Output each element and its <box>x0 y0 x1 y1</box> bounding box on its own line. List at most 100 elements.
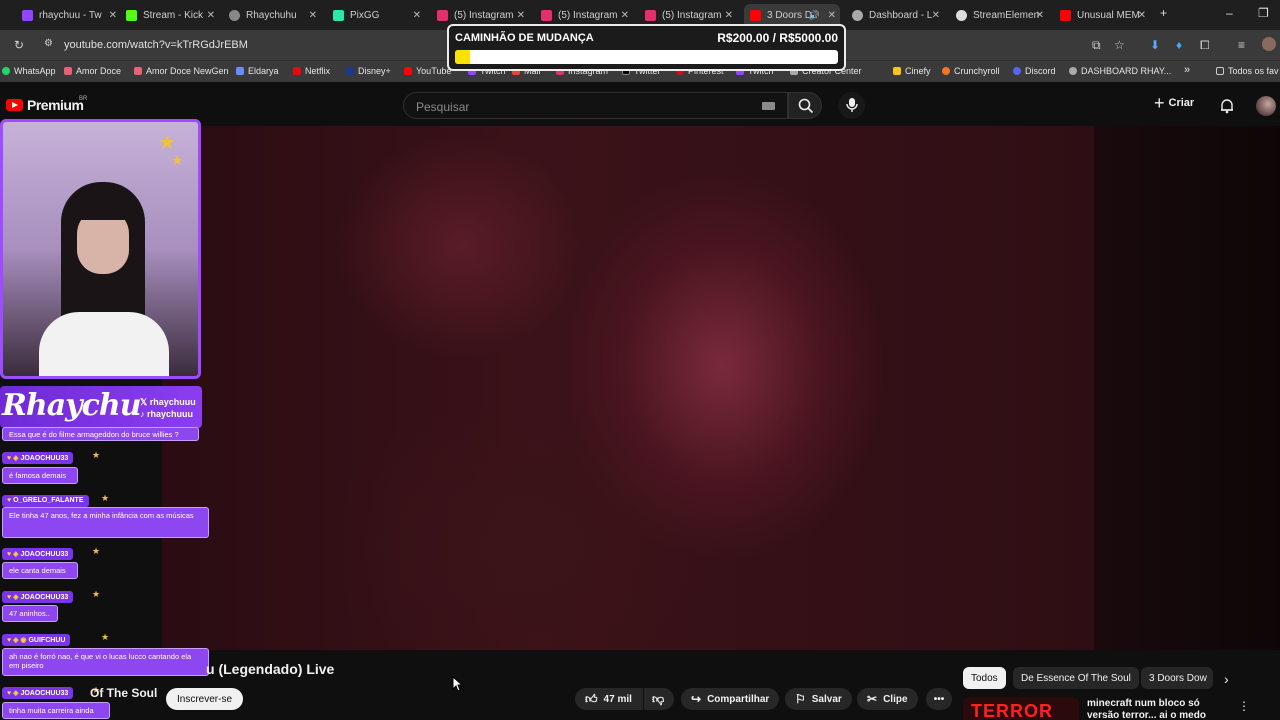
close-tab-icon[interactable]: ✕ <box>621 10 629 21</box>
chat-message: ele canta demais <box>2 562 78 579</box>
url-field[interactable]: youtube.com/watch?v=kTrRGdJrEBM <box>64 39 248 51</box>
chat-username: ♥ ◈ JOAOCHUU33 <box>2 591 74 603</box>
save-button[interactable]: ⚐ Salvar <box>785 688 852 710</box>
dashboard-icon <box>1069 67 1077 75</box>
like-button[interactable]: 👍︎ 47 mil <box>575 688 643 710</box>
playlist-icon[interactable]: ≡ <box>1238 38 1245 52</box>
cast-icon[interactable]: ⧉ <box>1092 38 1101 53</box>
close-tab-icon[interactable]: ✕ <box>109 10 117 21</box>
browser-tab[interactable]: Dashboard - L ✕ <box>852 4 940 26</box>
close-tab-icon[interactable]: ✕ <box>207 10 215 21</box>
plus-icon: + <box>1154 93 1165 113</box>
bookmark-item[interactable]: Amor Doce <box>64 66 121 76</box>
notifications-bell-icon[interactable] <box>1219 98 1235 114</box>
bookmark-item[interactable]: YouTube <box>404 66 451 76</box>
star-decoration-icon: ★ <box>171 152 184 168</box>
whatsapp-icon <box>2 67 10 75</box>
download-icon[interactable]: ⬇ <box>1150 38 1160 52</box>
browser-tab[interactable]: Stream - Kick ✕ <box>126 4 215 26</box>
bookmark-item[interactable]: DASHBOARD RHAY... <box>1069 66 1171 76</box>
amor-doce-icon <box>64 67 72 75</box>
star-icon: ★ <box>92 589 101 599</box>
browser-tab[interactable]: (5) Instagram ✕ <box>437 4 525 26</box>
chip-all[interactable]: Todos <box>963 667 1006 689</box>
profile-avatar[interactable] <box>1262 37 1276 51</box>
browser-tab[interactable]: rhaychuu - Tw ✕ <box>22 4 117 26</box>
bookmark-icon: ⚐ <box>795 692 806 706</box>
browser-tab[interactable]: Unusual MEM ✕ <box>1060 4 1146 26</box>
share-button[interactable]: ↪ Compartilhar <box>681 688 780 710</box>
bookmark-item[interactable]: Eldarya <box>236 66 279 76</box>
dislike-button[interactable]: 👎︎ <box>644 688 674 710</box>
search-input[interactable]: Pesquisar <box>403 92 788 119</box>
bookmark-item[interactable]: WhatsApp <box>2 66 56 76</box>
mouse-cursor-icon <box>452 676 464 692</box>
crunchyroll-icon <box>942 67 950 75</box>
bookmark-item[interactable]: Disney+ <box>346 66 391 76</box>
more-horizontal-icon: ••• <box>933 693 945 705</box>
close-tab-icon[interactable]: ✕ <box>932 10 940 21</box>
clip-button[interactable]: ✂ Clipe <box>857 688 918 710</box>
chat-username: ♥ ◈ JOAOCHUU33 <box>2 452 74 464</box>
star-icon: ★ <box>92 546 101 556</box>
keyboard-icon[interactable] <box>762 102 775 110</box>
voice-search-button[interactable] <box>838 92 865 119</box>
extension-icon[interactable]: ♦ <box>1176 38 1182 52</box>
browser-tab[interactable]: StreamElemen ✕ <box>956 4 1044 26</box>
subscribe-button[interactable]: Inscrever-se <box>166 688 243 710</box>
minimize-icon[interactable]: – <box>1226 6 1233 20</box>
create-button[interactable]: + Criar <box>1154 93 1194 113</box>
reload-icon[interactable]: ↻ <box>14 38 24 52</box>
bookmark-folder[interactable]: Todos os fav <box>1216 66 1279 76</box>
close-tab-icon[interactable]: ✕ <box>1138 10 1146 21</box>
account-avatar[interactable] <box>1256 96 1276 116</box>
close-tab-icon[interactable]: ✕ <box>517 10 525 21</box>
browser-tab[interactable]: PixGG ✕ <box>333 4 421 26</box>
site-settings-icon[interactable]: ⚙ <box>44 38 53 49</box>
bookmark-item[interactable]: Amor Doce NewGen <box>134 66 229 76</box>
discord-icon <box>1013 67 1021 75</box>
recommended-title[interactable]: minecraft num bloco só versão terror... … <box>1087 698 1232 720</box>
channel-name[interactable]: Of The Soul <box>90 686 157 700</box>
recommended-thumbnail[interactable]: TERROR <box>963 697 1079 720</box>
browser-tab[interactable]: (5) Instagram ✕ <box>645 4 733 26</box>
maximize-icon[interactable]: ❐ <box>1258 6 1269 20</box>
youtube-icon <box>1060 9 1071 21</box>
extensions-puzzle-icon[interactable]: ⧠ <box>1200 38 1210 53</box>
pixgg-icon <box>333 9 344 21</box>
more-actions-button[interactable]: ••• <box>926 688 952 710</box>
chip-related[interactable]: 3 Doors Dow <box>1141 667 1213 689</box>
folder-icon <box>1216 67 1224 75</box>
streamelements-icon <box>956 9 967 21</box>
goal-progress-fill <box>455 50 471 64</box>
chevron-right-icon[interactable]: › <box>1224 671 1229 687</box>
chat-message: 47 aninhos.. <box>2 605 58 622</box>
new-tab-icon[interactable]: + <box>1160 6 1167 20</box>
chip-channel[interactable]: De Essence Of The Soul <box>1013 667 1139 689</box>
youtube-logo-icon[interactable] <box>6 99 23 111</box>
more-bookmarks-icon[interactable]: » <box>1184 64 1190 76</box>
video-player[interactable] <box>162 126 1094 650</box>
bookmark-item[interactable]: Discord <box>1013 66 1056 76</box>
bookmark-item[interactable]: Crunchyroll <box>942 66 1000 76</box>
instagram-icon <box>645 9 656 21</box>
bookmark-item[interactable]: Netflix <box>293 66 330 76</box>
more-vertical-icon[interactable]: ⋮ <box>1238 699 1250 713</box>
close-tab-icon[interactable]: ✕ <box>413 10 421 21</box>
youtube-icon <box>404 67 412 75</box>
browser-tab[interactable]: (5) Instagram ✕ <box>541 4 629 26</box>
streamer-name: Rhaychu <box>2 388 142 423</box>
youtube-premium-logo[interactable]: Premium <box>27 97 84 113</box>
browser-tab[interactable]: Rhaychuhu ✕ <box>229 4 317 26</box>
chat-username: ♥ ◈ JOAOCHUU33 <box>2 548 74 560</box>
search-button[interactable] <box>788 92 822 119</box>
bookmark-star-icon[interactable]: ☆ <box>1114 38 1125 52</box>
browser-tab-active[interactable]: 3 Doors D 🔊 ✕ <box>744 4 840 26</box>
close-tab-icon[interactable]: ✕ <box>725 10 733 21</box>
close-tab-icon[interactable]: ✕ <box>828 10 836 21</box>
close-tab-icon[interactable]: ✕ <box>1036 10 1044 21</box>
speaker-icon[interactable]: 🔊 <box>809 10 820 21</box>
close-tab-icon[interactable]: ✕ <box>309 10 317 21</box>
bookmark-item[interactable]: Cinefy <box>893 66 931 76</box>
search-icon <box>798 98 814 114</box>
